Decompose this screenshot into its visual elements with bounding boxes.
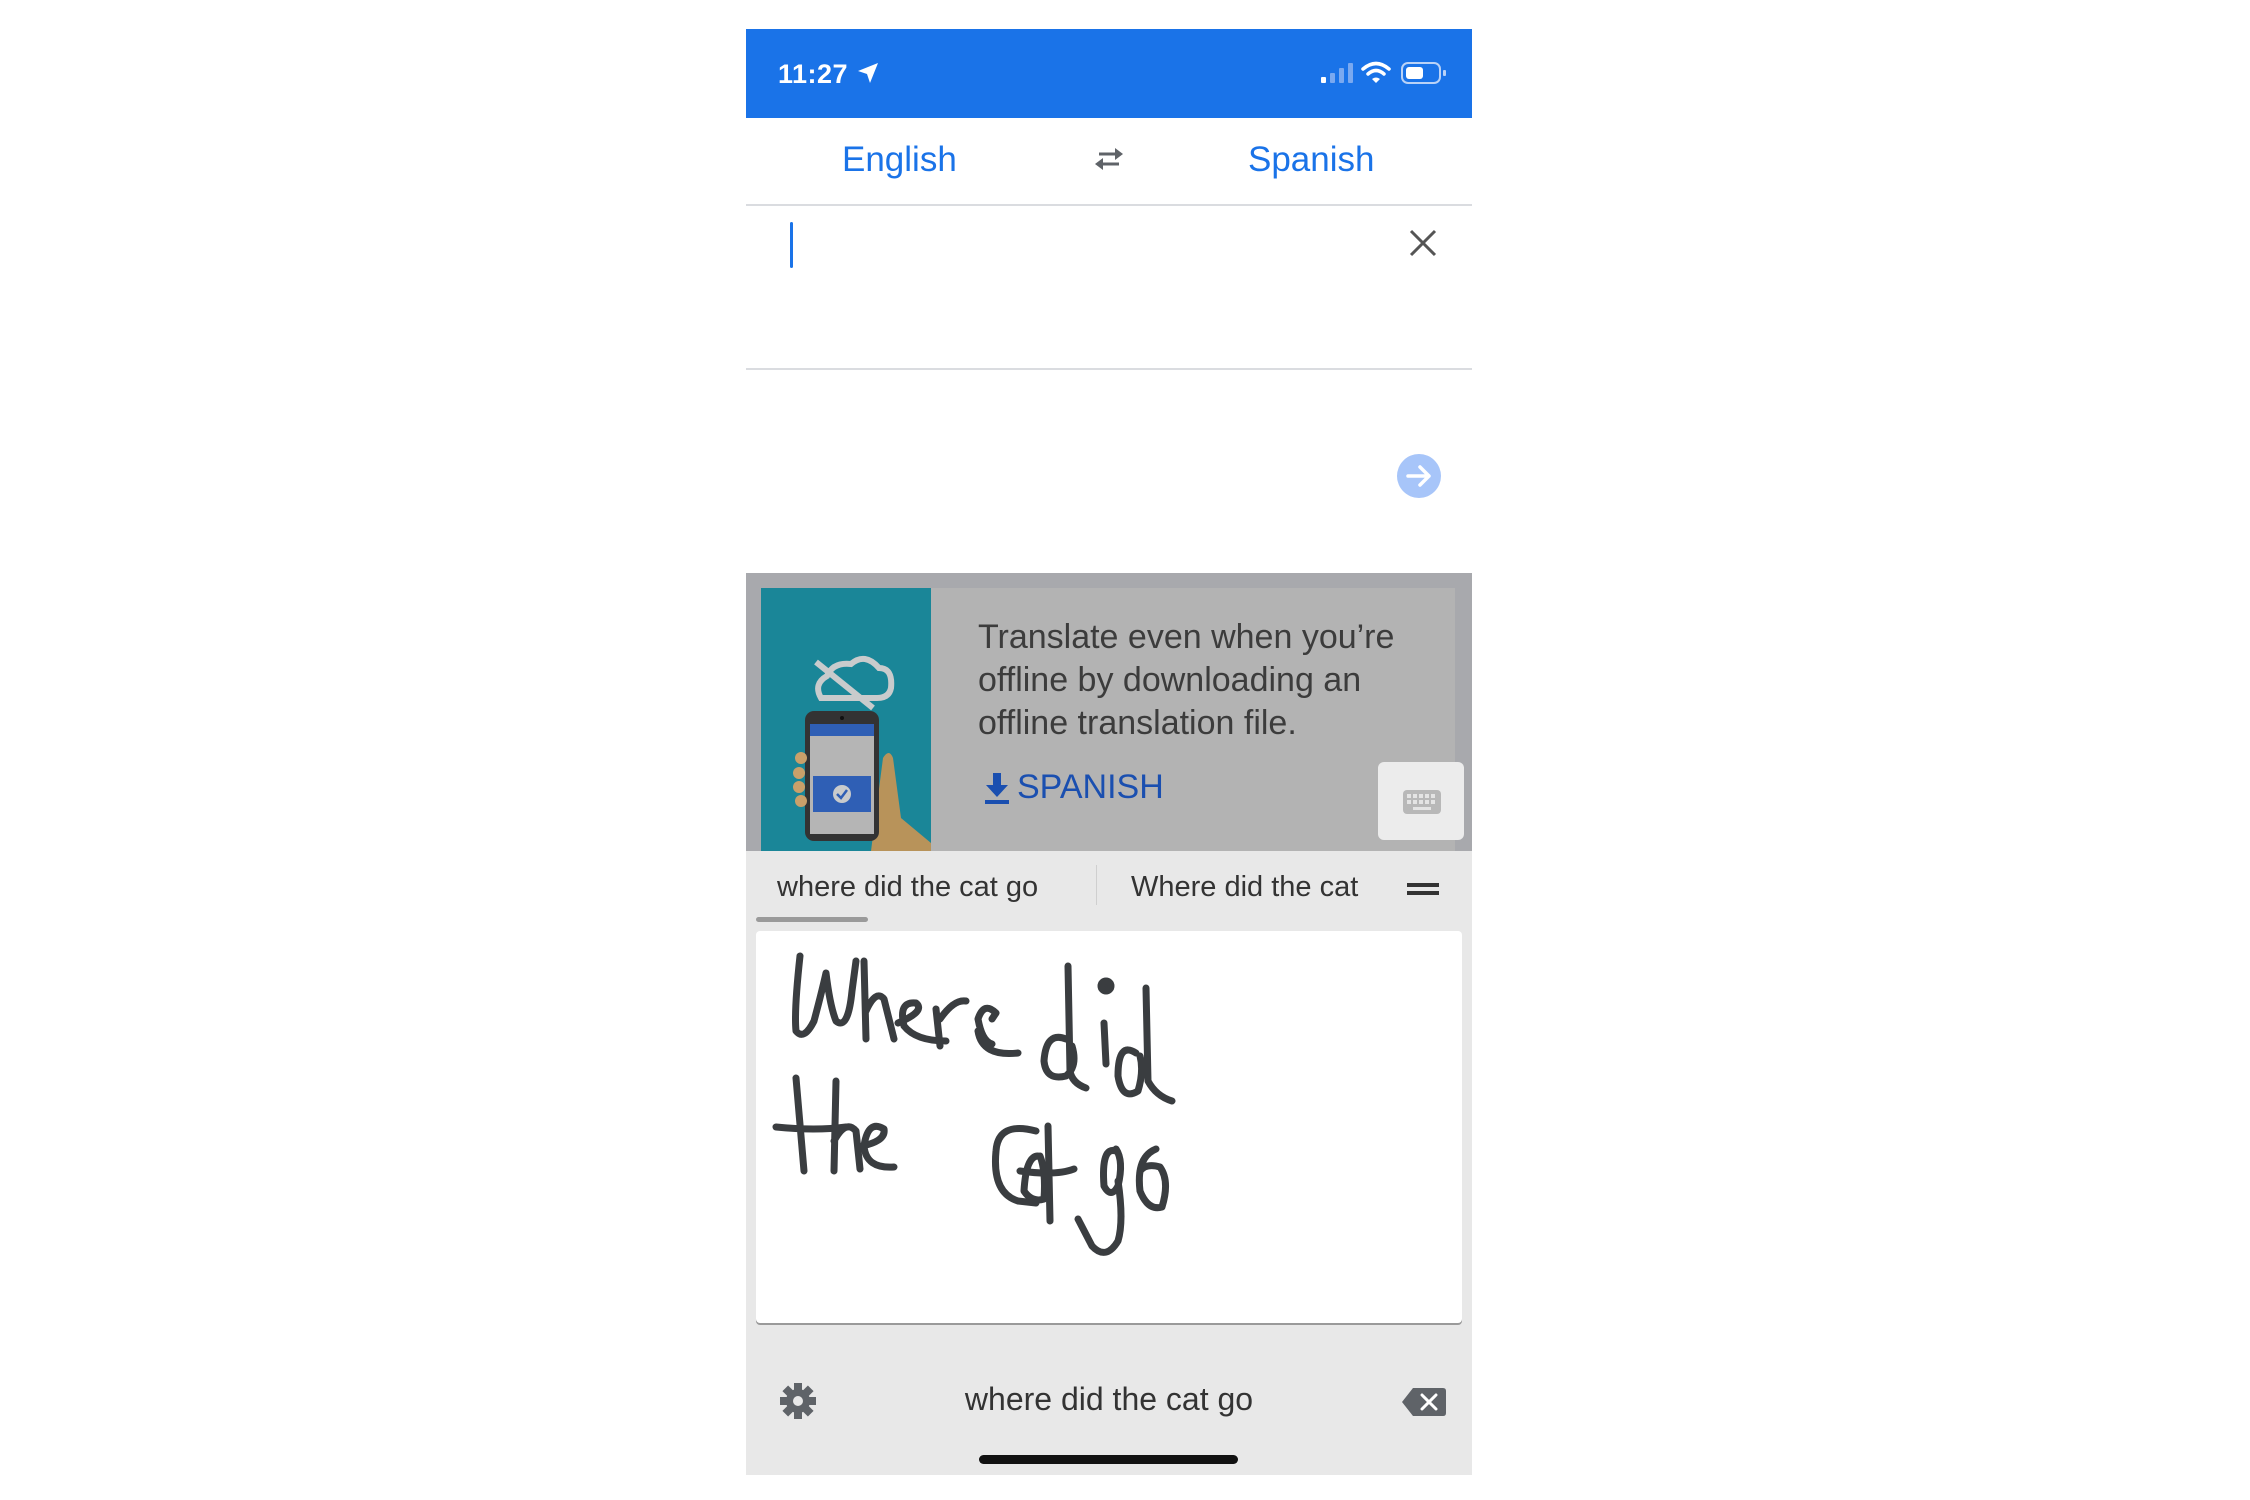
menu-icon[interactable] xyxy=(1407,881,1439,897)
candidate-divider xyxy=(1096,865,1097,905)
arrow-right-circle-icon xyxy=(1406,465,1431,487)
composed-text: where did the cat go xyxy=(964,1381,1254,1417)
language-bar: English Spanish xyxy=(746,118,1472,206)
offline-banner: Translate even when you’re offline by do… xyxy=(746,573,1472,851)
phone-screen: 11:27 English Spanish Translate even whe… xyxy=(746,29,1472,1475)
handwritten-ink: Where did the cat go xyxy=(772,952,1176,1256)
phone-in-hand-illustration xyxy=(793,655,931,851)
keyboard-icon xyxy=(1403,790,1441,814)
handwriting-keyboard: where did the cat go Where did the cat W… xyxy=(746,851,1472,1475)
battery-icon xyxy=(1401,62,1446,84)
download-label: SPANISH xyxy=(1017,768,1164,806)
offline-banner-card: Translate even when you’re offline by do… xyxy=(761,588,1455,851)
candidate-suggestion[interactable]: Where did the cat xyxy=(1131,871,1358,904)
offline-message: Translate even when you’re offline by do… xyxy=(978,618,1395,742)
location-arrow-icon xyxy=(858,63,878,83)
status-time: 11:27 xyxy=(778,59,849,89)
close-icon[interactable] xyxy=(1406,226,1440,260)
source-language-button[interactable]: English xyxy=(842,140,957,180)
target-language-button[interactable]: Spanish xyxy=(1248,140,1374,180)
download-icon xyxy=(985,772,1009,804)
wifi-icon xyxy=(1361,61,1391,83)
handwriting-canvas[interactable]: Where did the cat go xyxy=(756,931,1462,1323)
backspace-icon[interactable] xyxy=(1401,1386,1447,1418)
cellular-signal-icon xyxy=(1321,63,1353,83)
keyboard-toggle-button[interactable] xyxy=(1378,762,1464,840)
translate-submit-button[interactable] xyxy=(1397,454,1441,498)
download-spanish-button[interactable]: SPANISH xyxy=(983,768,1164,807)
candidate-suggestion[interactable]: where did the cat go xyxy=(777,871,1038,904)
offline-illustration xyxy=(761,588,931,851)
swap-arrows-icon[interactable] xyxy=(1091,144,1127,174)
text-caret xyxy=(790,222,793,268)
source-text-input[interactable] xyxy=(746,206,1472,370)
candidate-scroll-indicator xyxy=(756,917,868,922)
home-indicator[interactable] xyxy=(979,1455,1238,1464)
status-bar: 11:27 xyxy=(746,29,1472,118)
